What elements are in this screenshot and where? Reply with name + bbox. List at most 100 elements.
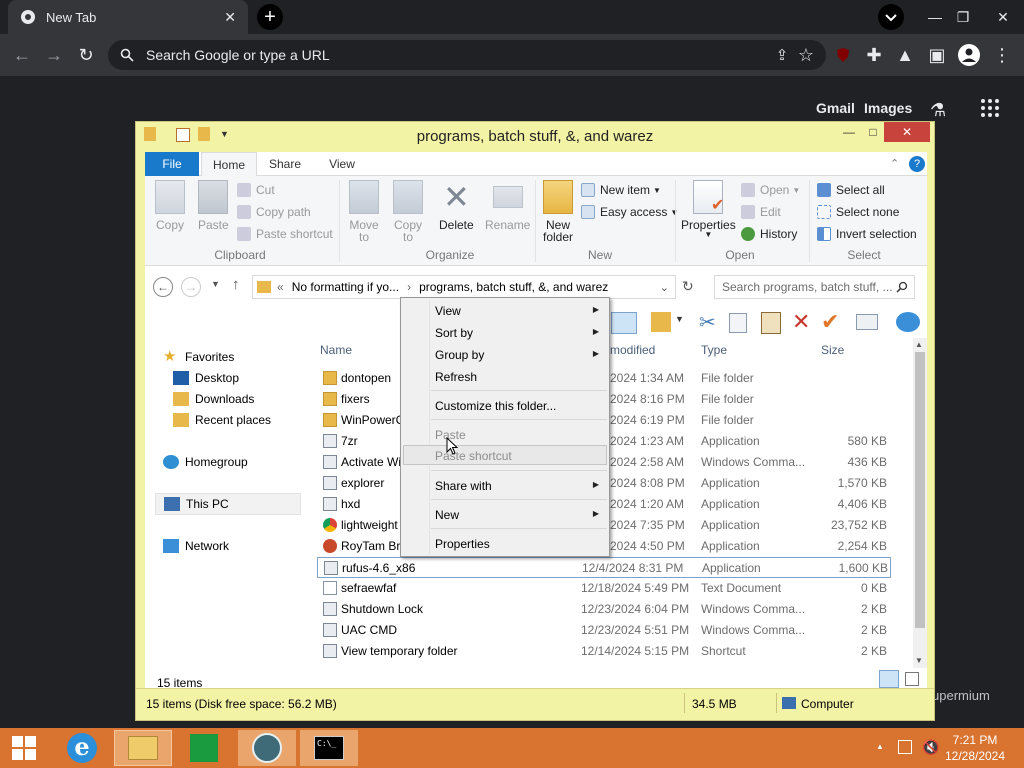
store-button[interactable] <box>180 730 228 766</box>
view-toggle-icon[interactable] <box>611 312 637 334</box>
new-tab-button[interactable]: + <box>257 4 283 30</box>
close-icon[interactable]: ✕ <box>884 122 930 142</box>
new-folder-button[interactable]: New folder <box>543 180 573 244</box>
menu-item-group-by[interactable]: Group by <box>435 348 484 362</box>
cut-button[interactable]: Cut <box>237 183 275 197</box>
apps-grid-icon[interactable] <box>980 98 1000 121</box>
breadcrumb-current[interactable]: programs, batch stuff, &, and warez <box>419 280 608 294</box>
lab-icon[interactable]: ▲ <box>893 43 917 67</box>
cut-icon[interactable]: ✂ <box>699 310 716 335</box>
tab-file[interactable]: File <box>145 152 199 176</box>
properties-icon[interactable] <box>856 314 878 330</box>
collapse-ribbon-icon[interactable]: ⌃ <box>890 157 899 170</box>
show-hidden-icons-icon[interactable]: ▲ <box>876 742 884 751</box>
checkmark-icon[interactable]: ✔ <box>821 309 839 335</box>
profile-icon[interactable] <box>957 43 981 67</box>
column-type[interactable]: Type <box>701 343 727 357</box>
nav-homegroup[interactable]: Homegroup <box>163 455 248 469</box>
paste-icon[interactable] <box>761 312 781 334</box>
file-row[interactable]: UAC CMD 12/23/2024 5:51 PM Windows Comma..… <box>317 620 891 641</box>
tab-view[interactable]: View <box>319 152 365 176</box>
column-size[interactable]: Size <box>821 343 844 357</box>
close-tab-icon[interactable]: ✕ <box>224 9 236 26</box>
tab-search-button[interactable] <box>878 0 904 34</box>
restore-icon[interactable]: ❐ <box>948 0 978 34</box>
select-none-button[interactable]: Select none <box>817 205 899 219</box>
column-date-modified[interactable]: modified <box>610 343 655 357</box>
minimize-icon[interactable]: — <box>920 0 950 34</box>
internet-explorer-button[interactable]: e <box>58 730 106 766</box>
back-icon[interactable]: ← <box>153 277 173 297</box>
folder-options-icon[interactable] <box>651 312 671 332</box>
menu-item-sort-by[interactable]: Sort by <box>435 326 473 340</box>
gmail-link[interactable]: Gmail <box>816 100 855 116</box>
nav-network[interactable]: Network <box>163 539 229 553</box>
up-arrow-icon[interactable]: ↑ <box>232 276 240 293</box>
back-icon[interactable]: ← <box>10 43 34 67</box>
nav-favorites[interactable]: ★ Favorites <box>163 349 234 364</box>
tab-new-tab[interactable]: New Tab ✕ <box>8 0 248 34</box>
column-name[interactable]: Name <box>320 343 352 357</box>
invert-selection-button[interactable]: Invert selection <box>817 227 917 241</box>
help-icon[interactable]: ? <box>909 156 925 172</box>
menu-icon[interactable]: ⋮ <box>990 43 1014 67</box>
sidepanel-icon[interactable]: ▣ <box>925 43 949 67</box>
search-input[interactable]: Search programs, batch stuff, ... <box>714 275 915 299</box>
command-prompt-button[interactable]: C:\_ <box>300 730 358 766</box>
images-link[interactable]: Images <box>864 100 912 116</box>
omnibox[interactable]: Search Google or type a URL <box>108 40 826 70</box>
edit-button[interactable]: Edit <box>741 205 781 219</box>
file-row[interactable]: rufus-4.6_x86 12/4/2024 8:31 PM Applicatio… <box>317 557 891 578</box>
explorer-titlebar[interactable]: ▼ programs, batch stuff, &, and warez — … <box>136 122 934 150</box>
copy-path-button[interactable]: Copy path <box>237 205 311 219</box>
tab-home[interactable]: Home <box>201 152 257 177</box>
delete-icon[interactable]: ✕ <box>792 309 810 335</box>
address-box[interactable]: « No formatting if yo... › programs, bat… <box>252 275 676 299</box>
forward-icon[interactable]: → <box>42 43 66 67</box>
labs-icon[interactable]: ⚗ <box>930 100 946 121</box>
file-row[interactable]: View temporary folder 12/14/2024 5:15 PM S… <box>317 641 891 662</box>
globe-icon[interactable] <box>896 312 920 332</box>
delete-button[interactable]: ✕ Delete <box>439 179 474 232</box>
menu-item-customize[interactable]: Customize this folder... <box>435 399 556 413</box>
menu-item-share-with[interactable]: Share with <box>435 479 492 493</box>
open-button[interactable]: Open ▼ <box>741 183 800 197</box>
maximize-icon[interactable]: □ <box>860 122 886 142</box>
menu-item-refresh[interactable]: Refresh <box>435 370 477 384</box>
move-to-button[interactable]: Move to <box>349 180 379 244</box>
paste-shortcut-button[interactable]: Paste shortcut <box>237 227 333 241</box>
scroll-up-icon[interactable]: ▲ <box>915 340 923 349</box>
nav-this-pc[interactable]: This PC <box>155 493 301 515</box>
select-all-button[interactable]: Select all <box>817 183 885 197</box>
ublock-icon[interactable] <box>831 43 855 67</box>
forward-icon[interactable]: → <box>181 277 201 297</box>
close-window-icon[interactable]: ✕ <box>988 0 1018 34</box>
copy-to-button[interactable]: Copy to <box>393 180 423 244</box>
reload-icon[interactable]: ↻ <box>74 43 98 67</box>
recent-locations-icon[interactable]: ▼ <box>211 279 220 289</box>
action-center-icon[interactable] <box>898 740 912 754</box>
start-button[interactable] <box>0 730 48 766</box>
clock[interactable]: 7:21 PM 12/28/2024 <box>930 732 1020 764</box>
details-view-icon[interactable] <box>879 670 899 688</box>
paste-button[interactable]: Paste <box>198 180 229 232</box>
menu-item-new[interactable]: New <box>435 508 459 522</box>
properties-button[interactable]: ✔ Properties ▼ <box>681 180 736 239</box>
breadcrumb-parent[interactable]: No formatting if yo... <box>292 280 399 294</box>
dropdown-icon[interactable]: ▼ <box>675 314 684 324</box>
supermium-button[interactable] <box>238 730 296 766</box>
new-item-button[interactable]: New item ▼ <box>581 183 661 197</box>
scroll-thumb[interactable] <box>915 352 925 628</box>
nav-desktop[interactable]: Desktop <box>173 371 239 385</box>
copy-button[interactable]: Copy <box>155 180 185 232</box>
bookmark-star-icon[interactable]: ☆ <box>794 43 818 67</box>
menu-item-view[interactable]: View <box>435 304 461 318</box>
menu-item-properties[interactable]: Properties <box>435 537 490 551</box>
nav-downloads[interactable]: Downloads <box>173 392 254 406</box>
refresh-icon[interactable]: ↻ <box>682 278 694 295</box>
file-row[interactable]: Shutdown Lock 12/23/2024 6:04 PM Windows C… <box>317 599 891 620</box>
history-button[interactable]: History <box>741 227 797 241</box>
copy-icon[interactable] <box>729 313 747 333</box>
vertical-scrollbar[interactable]: ▲ ▼ <box>913 338 927 668</box>
scroll-down-icon[interactable]: ▼ <box>915 656 923 665</box>
